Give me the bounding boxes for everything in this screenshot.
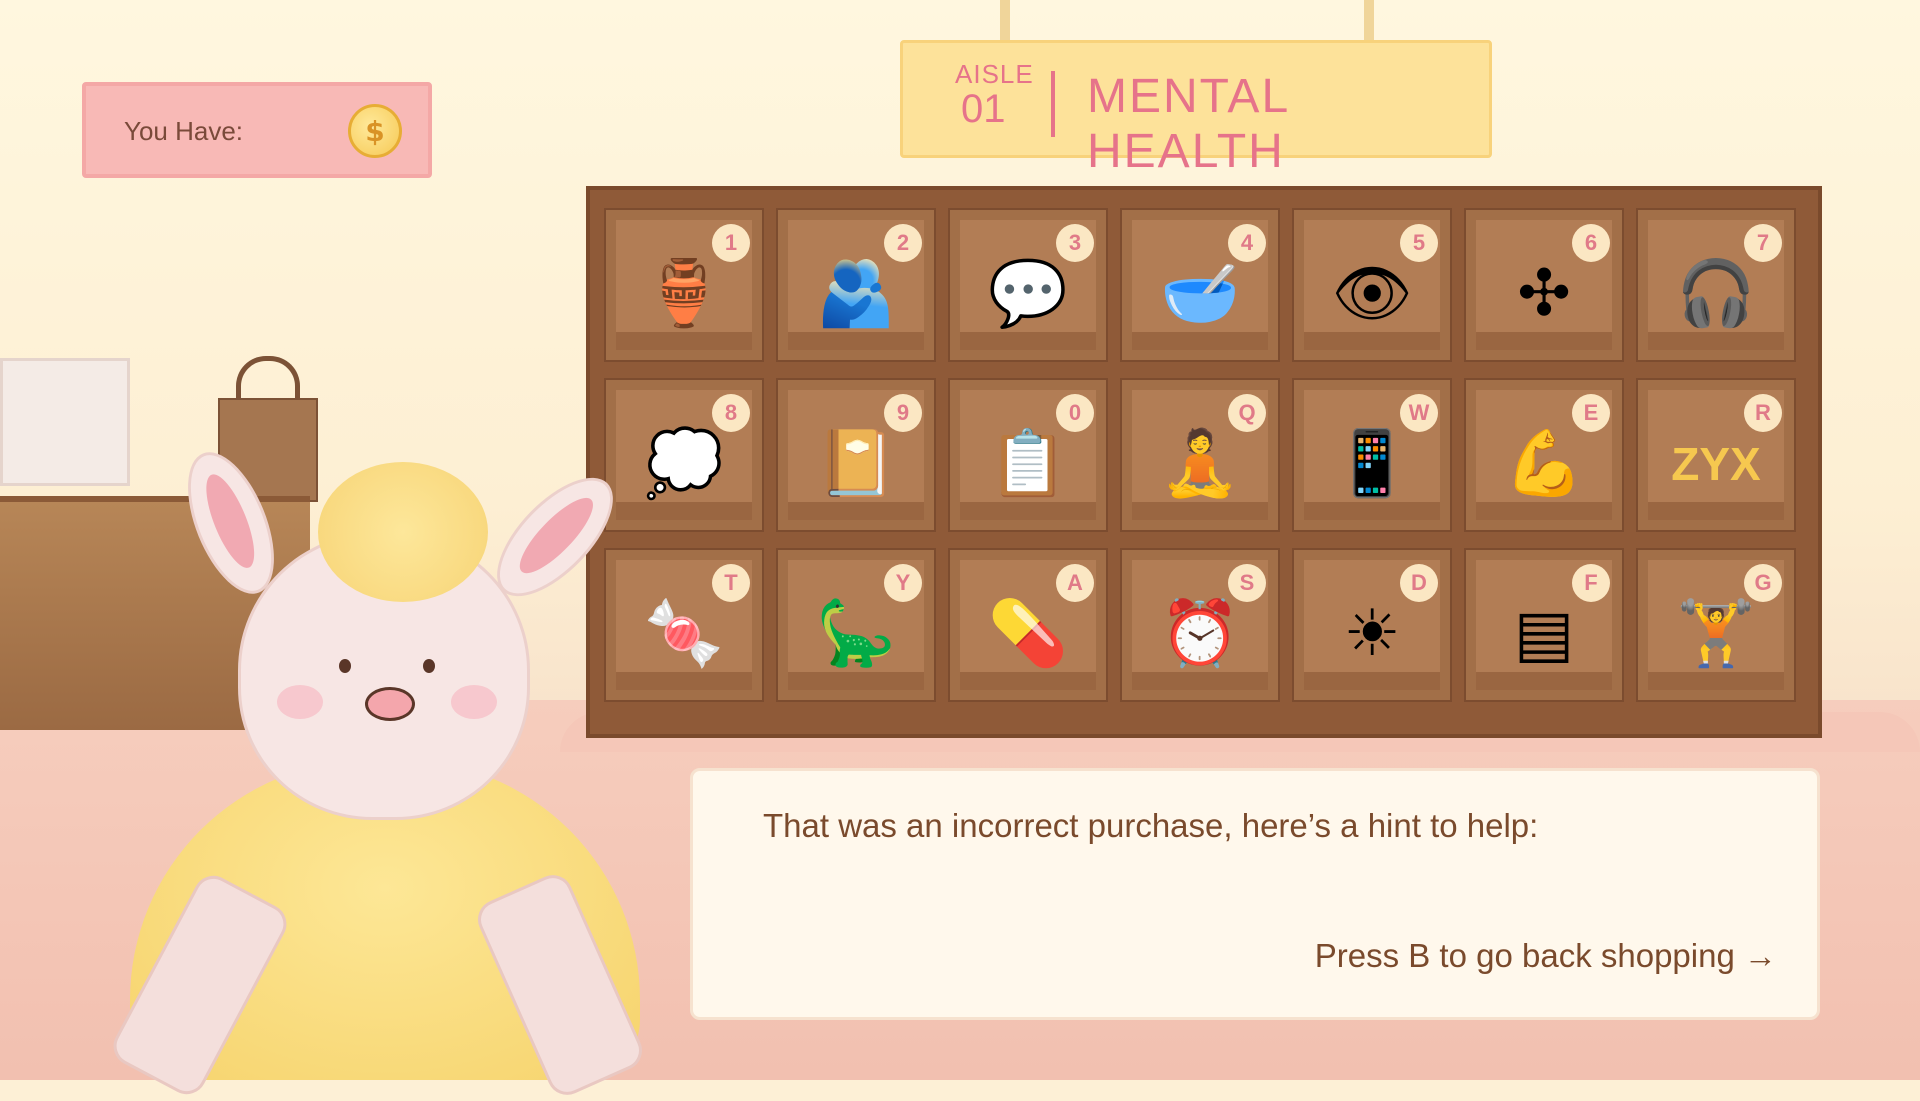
- therapy-speech-bubble-icon: 💬: [988, 257, 1068, 331]
- eye-icon: 👁: [1331, 257, 1413, 331]
- shelf-key-badge: 2: [884, 224, 922, 262]
- shelf-key-badge: D: [1400, 564, 1438, 602]
- phone-app-icon: 📱: [1332, 427, 1412, 501]
- shelf-key-badge: A: [1056, 564, 1094, 602]
- person-cooking-icon: 🥣: [1160, 257, 1240, 331]
- shelf-key-badge: Q: [1228, 394, 1266, 432]
- sign-hanger-right: [1364, 0, 1374, 42]
- shelf-key-badge: 0: [1056, 394, 1094, 432]
- shelf-key-badge: 1: [712, 224, 750, 262]
- pillow-icon: ▤: [1513, 597, 1575, 671]
- shelf-key-badge: W: [1400, 394, 1438, 432]
- shelf-item-q[interactable]: Q 🧘: [1120, 378, 1280, 532]
- diffuser-icon: 🏺: [644, 257, 724, 331]
- shelf-item-4[interactable]: 4 🥣: [1120, 208, 1280, 362]
- wallet-label: You Have:: [124, 116, 244, 146]
- shelf-item-d[interactable]: D ☀: [1292, 548, 1452, 702]
- alarm-clock-icon: ⏰: [1160, 597, 1240, 671]
- fidget-spinner-icon: ✣: [1517, 257, 1571, 331]
- headphones-icon: 🎧: [1676, 257, 1756, 331]
- zyx-letters-icon: ZYX: [1671, 438, 1761, 490]
- aisle-title: MENTAL HEALTH: [1087, 70, 1289, 178]
- shelf-item-f[interactable]: F ▤: [1464, 548, 1624, 702]
- shelf-key-badge: 8: [712, 394, 750, 432]
- shelf-key-badge: 5: [1400, 224, 1438, 262]
- dialog-message: That was an incorrect purchase, here’s a…: [763, 807, 1539, 844]
- shelf-item-1[interactable]: 1 🏺: [604, 208, 764, 362]
- flexed-arm-icon: 💪: [1504, 427, 1584, 501]
- sheep-cheek-left: [277, 685, 323, 719]
- friends-hug-icon: 🫂: [816, 257, 896, 331]
- shelf-key-badge: 9: [884, 394, 922, 432]
- sign-divider: [1051, 71, 1055, 137]
- aisle-number: 01: [961, 87, 1006, 131]
- shelf-key-badge: 7: [1744, 224, 1782, 262]
- shelf-item-7[interactable]: 7 🎧: [1636, 208, 1796, 362]
- shelf-item-g[interactable]: G 🏋: [1636, 548, 1796, 702]
- shelf-key-badge: E: [1572, 394, 1610, 432]
- back-shopping-prompt[interactable]: Press B to go back shopping →: [1315, 937, 1777, 975]
- dinosaur-icon: 🦕: [816, 597, 896, 671]
- shelf-item-e[interactable]: E 💪: [1464, 378, 1624, 532]
- shelf-key-badge: S: [1228, 564, 1266, 602]
- shelf-item-s[interactable]: S ⏰: [1120, 548, 1280, 702]
- sad-thought-bubble-icon: 💭: [644, 427, 724, 501]
- shelf-item-9[interactable]: 9 📔: [776, 378, 936, 532]
- aisle-sign: AISLE 01 MENTAL HEALTH: [900, 40, 1492, 178]
- shelf-key-badge: R: [1744, 394, 1782, 432]
- coin-icon: $: [348, 104, 402, 158]
- shelf-item-t[interactable]: T 🍬: [604, 548, 764, 702]
- sheep-eye-left: [339, 659, 351, 673]
- sheep-wool-tuft: [318, 462, 488, 602]
- shelf-item-0[interactable]: 0 📋: [948, 378, 1108, 532]
- ssri-pills-icon: 💊: [988, 597, 1068, 671]
- sun-icon: ☀: [1343, 597, 1401, 671]
- candy-icon: 🍬: [644, 597, 724, 671]
- shelf-key-badge: 6: [1572, 224, 1610, 262]
- shelf-key-badge: Y: [884, 564, 922, 602]
- dumbbell-icon: 🏋: [1676, 597, 1756, 671]
- shelf-key-badge: 3: [1056, 224, 1094, 262]
- sheep-mouth: [365, 687, 415, 721]
- aisle-label: AISLE: [955, 59, 1034, 89]
- shelf-item-3[interactable]: 3 💬: [948, 208, 1108, 362]
- shelf-item-y[interactable]: Y 🦕: [776, 548, 936, 702]
- product-shelf: 1 🏺 2 🫂 3 💬 4 🥣 5 👁 6 ✣ 7 🎧 8 💭 9 📔 0 📋 Q 🧘 W 📱 E 💪 R ZYX T 🍬 Y 🦕 A 💊 S ⏰ D ☀…: [586, 186, 1822, 738]
- sheep-cheek-right: [451, 685, 497, 719]
- shelf-item-5[interactable]: 5 👁: [1292, 208, 1452, 362]
- meal-plan-icon: 📋: [988, 427, 1068, 501]
- shelf-grid: 1 🏺 2 🫂 3 💬 4 🥣 5 👁 6 ✣ 7 🎧 8 💭 9 📔 0 📋 Q 🧘 W 📱 E 💪 R ZYX T 🍬 Y 🦕 A 💊 S ⏰ D ☀…: [604, 208, 1804, 702]
- shelf-item-a[interactable]: A 💊: [948, 548, 1108, 702]
- shelf-key-badge: 4: [1228, 224, 1266, 262]
- meditation-icon: 🧘: [1160, 427, 1240, 501]
- sheep-eye-right: [423, 659, 435, 673]
- shelf-key-badge: F: [1572, 564, 1610, 602]
- sign-hanger-left: [1000, 0, 1010, 42]
- wallet-panel: You Have: $: [82, 82, 432, 178]
- shelf-item-w[interactable]: W 📱: [1292, 378, 1452, 532]
- journal-icon: 📔: [816, 427, 896, 501]
- shelf-item-r[interactable]: R ZYX: [1636, 378, 1796, 532]
- shelf-key-badge: T: [712, 564, 750, 602]
- shelf-item-6[interactable]: 6 ✣: [1464, 208, 1624, 362]
- checkout-monitor: [0, 358, 130, 486]
- shelf-key-badge: G: [1744, 564, 1782, 602]
- hint-dialog: That was an incorrect purchase, here’s a…: [690, 768, 1820, 1020]
- shelf-item-8[interactable]: 8 💭: [604, 378, 764, 532]
- shelf-item-2[interactable]: 2 🫂: [776, 208, 936, 362]
